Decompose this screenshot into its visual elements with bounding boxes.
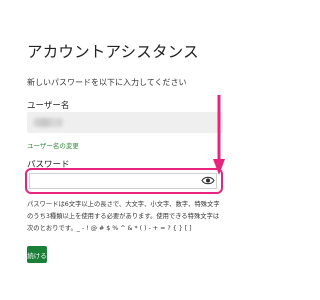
username-blurred-value xyxy=(33,118,63,127)
password-highlight-frame xyxy=(25,168,223,194)
password-policy-text: パスワードは6文字以上の長さで、大文字、小文字、数字、特殊文字のうち3種類以上を… xyxy=(27,201,220,232)
account-assistance-form: アカウントアシスタンス 新しいパスワードを以下に入力してください ユーザー名 ユ… xyxy=(25,0,225,300)
continue-button[interactable]: 続ける xyxy=(27,246,47,263)
username-label: ユーザー名 xyxy=(27,101,70,111)
page-title: アカウントアシスタンス xyxy=(27,43,199,61)
change-username-link[interactable]: ユーザー名の変更 xyxy=(27,140,79,150)
eye-icon[interactable] xyxy=(201,175,215,186)
arrow-pointer-icon xyxy=(213,95,225,175)
instruction-text: 新しいパスワードを以下に入力してください xyxy=(27,78,187,87)
username-field xyxy=(27,112,223,133)
password-input[interactable] xyxy=(29,173,217,189)
